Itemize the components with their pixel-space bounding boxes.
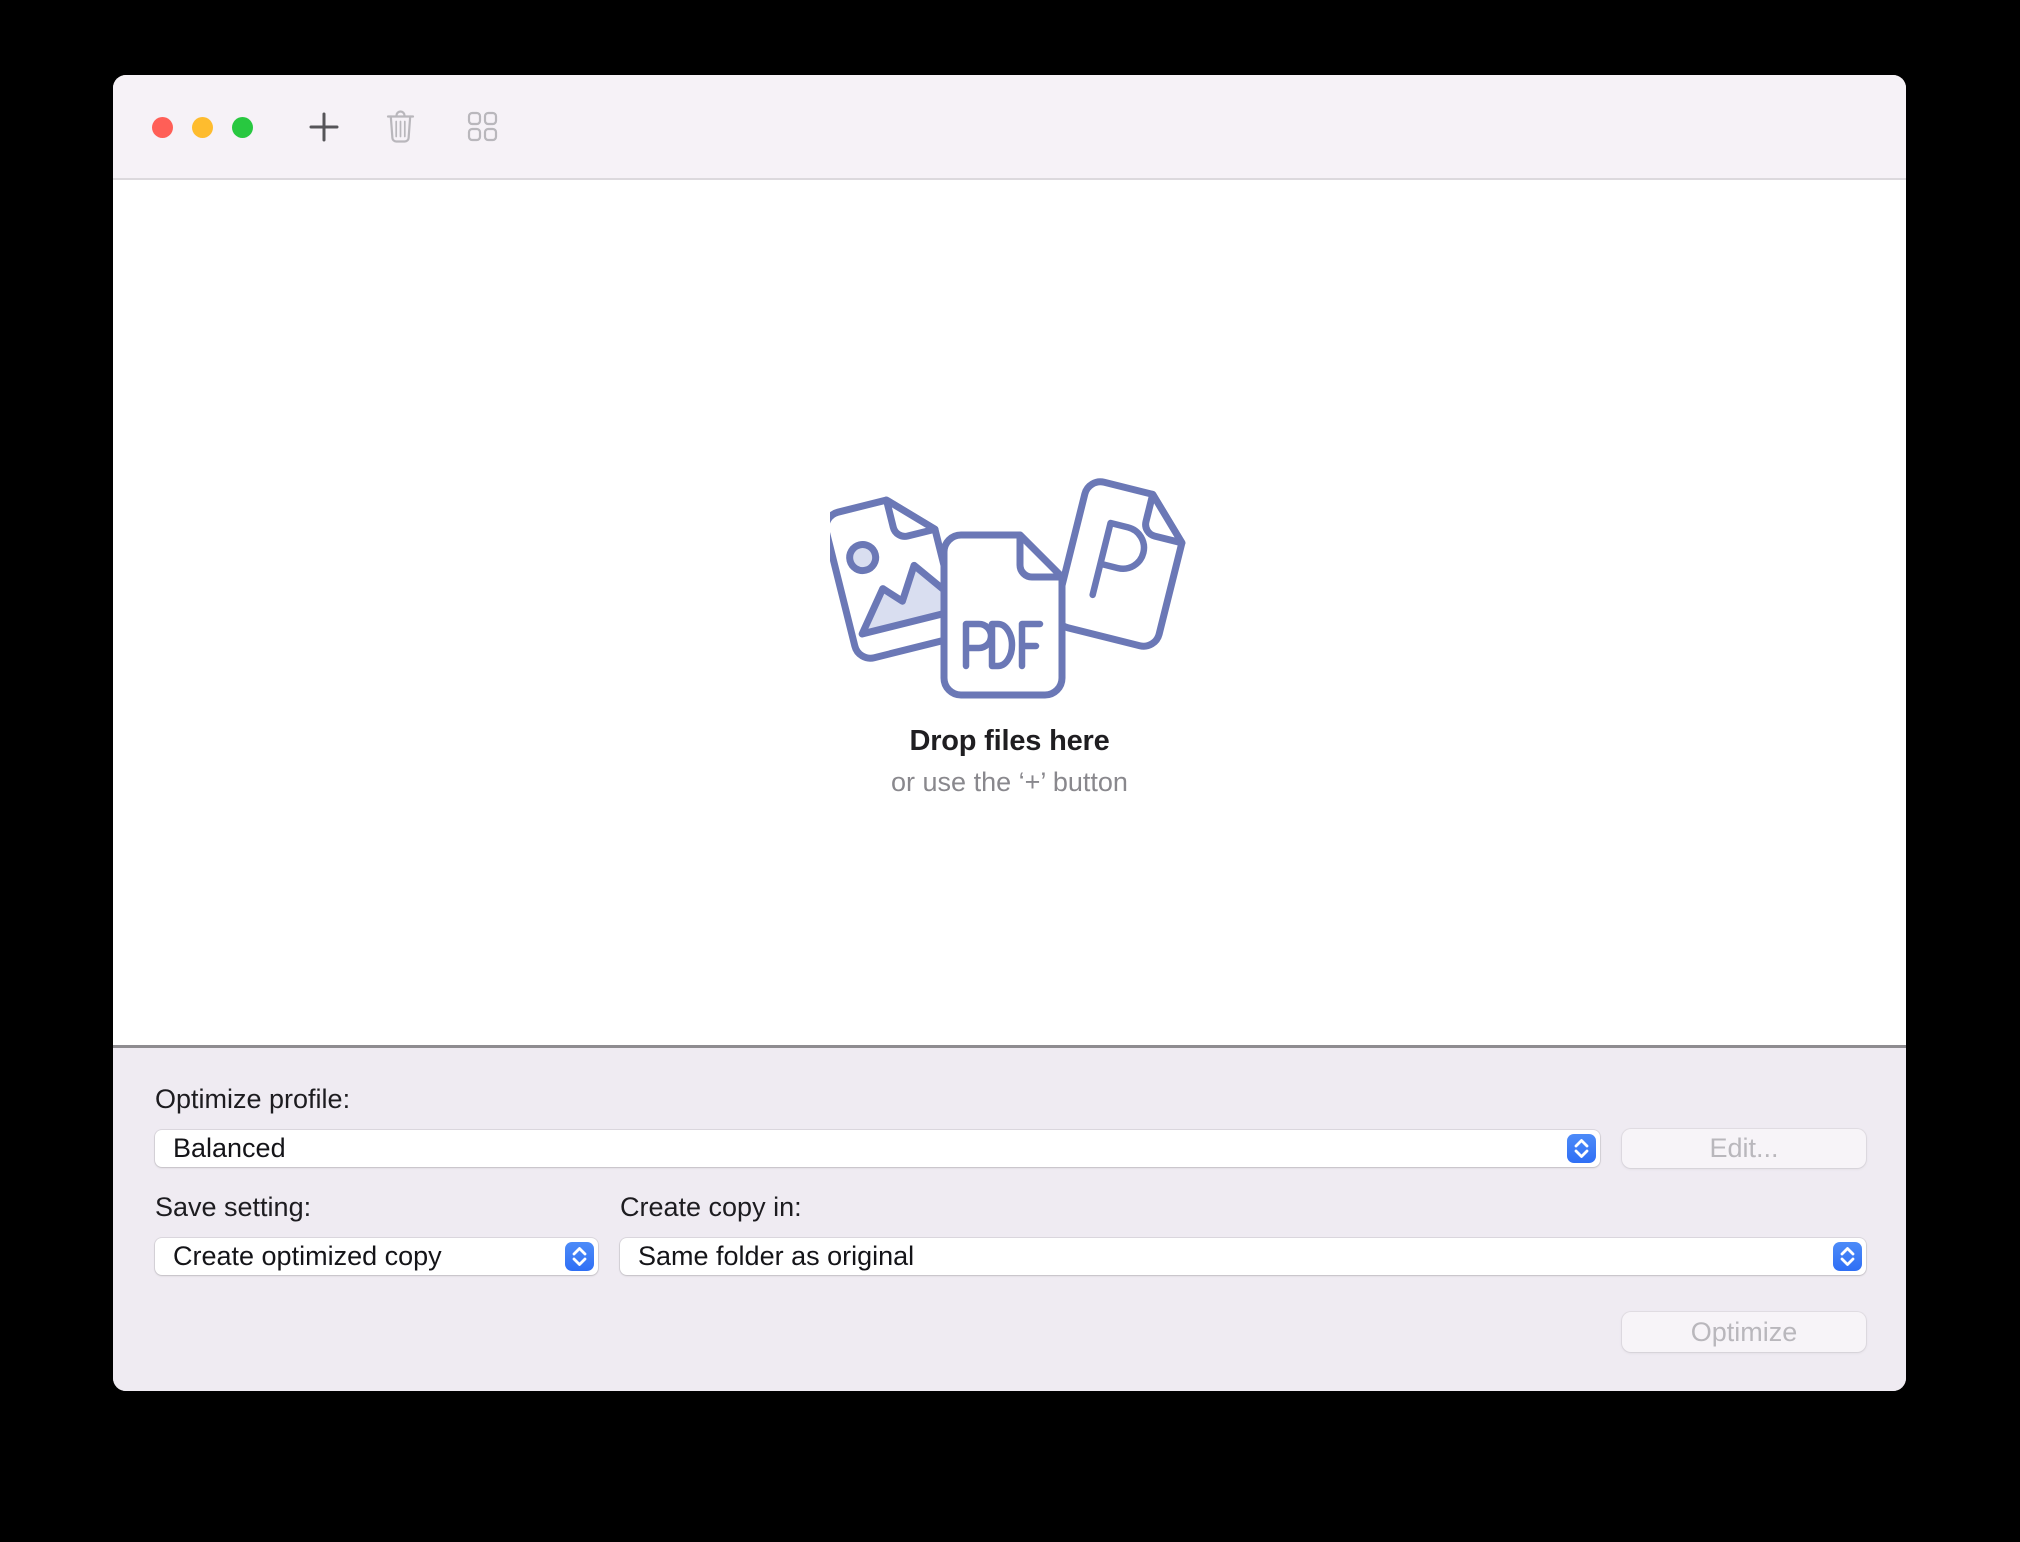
toolbar [113, 75, 1906, 180]
p-file-icon [1052, 478, 1190, 649]
optimize-profile-label: Optimize profile: [155, 1084, 350, 1114]
file-types-illustration [830, 476, 1190, 706]
plus-icon [307, 110, 341, 147]
optimize-profile-value: Balanced [173, 1133, 286, 1163]
create-copy-in-label: Create copy in: [620, 1192, 802, 1222]
save-setting-label: Save setting: [155, 1192, 311, 1222]
add-files-button[interactable] [304, 108, 344, 148]
create-copy-in-select[interactable]: Same folder as original [620, 1238, 1866, 1275]
view-grid-button[interactable] [462, 108, 502, 148]
pdf-file-icon [944, 535, 1062, 695]
save-setting-value: Create optimized copy [173, 1241, 442, 1271]
chevron-up-down-icon [565, 1242, 594, 1271]
dropzone-subtitle: or use the ‘+’ button [710, 767, 1310, 798]
minimize-button[interactable] [192, 117, 213, 138]
dropzone-placeholder: Drop files here or use the ‘+’ button [710, 476, 1310, 798]
chevron-up-down-icon [1833, 1242, 1862, 1271]
drop-area[interactable]: Drop files here or use the ‘+’ button [113, 180, 1906, 1045]
save-setting-select[interactable]: Create optimized copy [155, 1238, 598, 1275]
dropzone-title: Drop files here [710, 725, 1310, 758]
zoom-button[interactable] [232, 117, 253, 138]
chevron-up-down-icon [1567, 1134, 1596, 1163]
optimize-button[interactable]: Optimize [1622, 1312, 1866, 1352]
sun-icon [846, 542, 878, 574]
close-button[interactable] [152, 117, 173, 138]
app-window: Drop files here or use the ‘+’ button Op… [113, 75, 1906, 1391]
settings-panel: Optimize profile: Balanced Edit... Save … [113, 1045, 1906, 1391]
edit-profile-button[interactable]: Edit... [1622, 1129, 1866, 1168]
create-copy-in-value: Same folder as original [638, 1241, 914, 1271]
grid-icon [467, 111, 498, 145]
optimize-profile-select[interactable]: Balanced [155, 1130, 1600, 1167]
trash-icon [382, 108, 419, 149]
remove-files-button[interactable] [380, 108, 420, 148]
